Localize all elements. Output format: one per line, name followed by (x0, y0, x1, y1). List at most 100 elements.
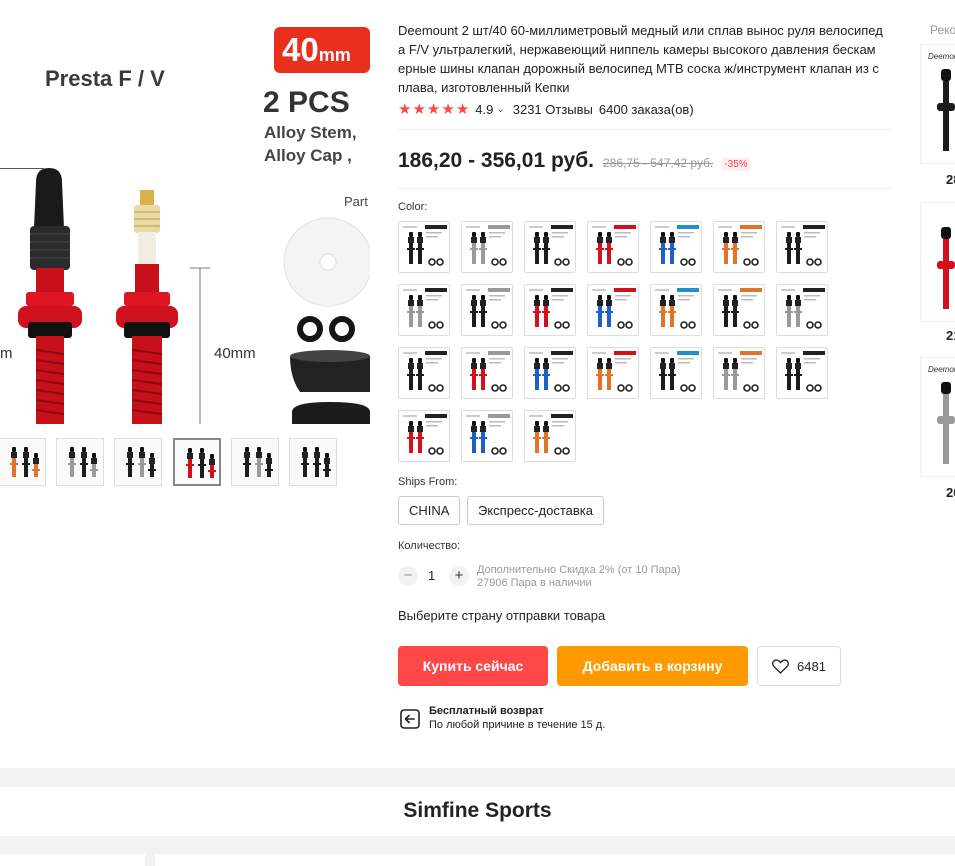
recommendation-brand: Deemount (928, 365, 955, 374)
buy-now-button[interactable]: Купить сейчас (398, 646, 548, 686)
color-swatch[interactable] (524, 284, 576, 336)
quantity-value[interactable]: 1 (428, 568, 435, 583)
thumbnail-image (10, 447, 40, 477)
chevron-down-icon[interactable]: ⌄ (496, 104, 504, 115)
discount-badge: -35% (721, 158, 751, 171)
recommendation-image: Deemount (928, 365, 955, 464)
image-label-pcs: 2 PCS (263, 86, 350, 119)
color-swatch[interactable] (587, 284, 639, 336)
reviews-link[interactable]: 3231 Отзывы (513, 102, 593, 117)
price-row: 186,20 - 356,01 руб. 286,75 - 547,42 руб… (398, 149, 751, 173)
thumbnail-image (126, 447, 156, 477)
price-original: 286,75 - 547,42 руб. (603, 156, 714, 170)
rating-value: 4.9 (475, 101, 494, 117)
image-badge-value: 40 (282, 31, 319, 68)
swatch-thumbnail (718, 288, 762, 329)
swatch-thumbnail (403, 288, 447, 329)
swatch-thumbnail (592, 288, 636, 329)
wishlist-button[interactable]: 6481 (757, 646, 841, 686)
color-swatch[interactable] (776, 347, 828, 399)
color-swatch[interactable] (776, 284, 828, 336)
image-badge-length: 40mm (274, 27, 370, 73)
stock-count: 27906 Пара в наличии (477, 577, 592, 589)
star-icon: ★ (455, 101, 470, 118)
image-label-alloy-stem: Alloy Stem, (264, 123, 357, 142)
swatch-thumbnail (529, 414, 573, 455)
recommendation-price: 20 (946, 485, 955, 500)
star-icon: ★ (441, 101, 455, 118)
orders-count: 6400 заказа(ов) (598, 101, 694, 117)
color-swatch[interactable] (524, 221, 576, 273)
swatch-thumbnail (781, 288, 825, 329)
recommendation-price: 21 (946, 328, 955, 343)
add-to-cart-button[interactable]: Добавить в корзину (557, 646, 748, 686)
color-swatch[interactable] (650, 347, 702, 399)
quantity-note: Дополнительно Скидка 2% (от 10 Пара) 279… (477, 564, 681, 590)
swatch-thumbnail (466, 225, 510, 266)
image-label-presta: Presta F / V (45, 66, 165, 91)
color-swatch[interactable] (713, 221, 765, 273)
ship-country-prompt[interactable]: Выберите страну отправки товара (398, 608, 605, 623)
recommendation-card[interactable] (920, 202, 955, 322)
thumbnail[interactable] (173, 438, 221, 486)
color-label: Color: (398, 201, 428, 213)
quantity-decrease-button[interactable]: − (398, 566, 418, 586)
recommendation-image (937, 227, 955, 309)
color-swatch[interactable] (524, 347, 576, 399)
swatch-thumbnail (781, 225, 825, 266)
return-title: Бесплатный возврат (429, 705, 544, 717)
store-card (0, 854, 145, 866)
color-swatch[interactable] (461, 284, 513, 336)
color-swatch[interactable] (776, 221, 828, 273)
swatch-thumbnail (592, 225, 636, 266)
main-product-image[interactable]: Presta F / V 40mm 2 PCS Alloy Stem, Allo… (0, 0, 370, 424)
swatch-thumbnail (466, 414, 510, 455)
thumbnail[interactable] (0, 438, 46, 486)
recommendation-price: 28 (946, 172, 955, 187)
color-swatch[interactable] (461, 347, 513, 399)
color-swatch[interactable] (650, 284, 702, 336)
ships-from-express-button[interactable]: Экспресс-доставка (467, 496, 604, 525)
color-swatch[interactable] (398, 221, 450, 273)
color-swatch[interactable] (398, 410, 450, 462)
color-swatch[interactable] (398, 347, 450, 399)
rating-stars: ★★★★★ (398, 100, 470, 118)
color-swatch[interactable] (713, 284, 765, 336)
thumbnail[interactable] (56, 438, 104, 486)
color-swatch[interactable] (461, 221, 513, 273)
color-swatch[interactable] (524, 410, 576, 462)
swatch-thumbnail (718, 351, 762, 392)
image-label-measure: 40mm (214, 345, 256, 362)
thumbnail-image (243, 447, 273, 477)
thumbnail[interactable] (231, 438, 279, 486)
color-swatch[interactable] (461, 410, 513, 462)
color-swatch[interactable] (587, 221, 639, 273)
image-label-alloy-cap: Alloy Cap , (264, 146, 352, 165)
image-badge-unit: mm (318, 45, 351, 65)
star-icon: ★ (412, 101, 426, 118)
thumbnail[interactable] (114, 438, 162, 486)
quantity-discount-note: Дополнительно Скидка 2% (от 10 Пара) (477, 564, 681, 576)
price-current: 186,20 - 356,01 руб. (398, 149, 594, 172)
thumbnail[interactable] (289, 438, 337, 486)
recommendation-card[interactable]: Deemount (920, 357, 955, 477)
quantity-label: Количество: (398, 540, 461, 552)
color-swatch[interactable] (398, 284, 450, 336)
recommendations-title: Реко (930, 23, 955, 37)
swatch-thumbnail (592, 351, 636, 392)
ships-from-china-button[interactable]: CHINA (398, 496, 461, 525)
ships-from-label: Ships From: (398, 476, 458, 488)
store-name[interactable]: Simfine Sports (0, 799, 955, 823)
return-icon (400, 709, 420, 729)
color-swatch[interactable] (587, 347, 639, 399)
recommendation-brand: Deemount (928, 52, 955, 61)
swatch-thumbnail (403, 414, 447, 455)
quantity-increase-button[interactable]: + (449, 566, 469, 586)
color-swatch[interactable] (713, 347, 765, 399)
divider (398, 188, 892, 189)
swatch-thumbnail (718, 225, 762, 266)
heart-icon (772, 658, 790, 674)
star-icon: ★ (398, 101, 412, 118)
recommendation-card[interactable]: Deemount (920, 44, 955, 164)
color-swatch[interactable] (650, 221, 702, 273)
